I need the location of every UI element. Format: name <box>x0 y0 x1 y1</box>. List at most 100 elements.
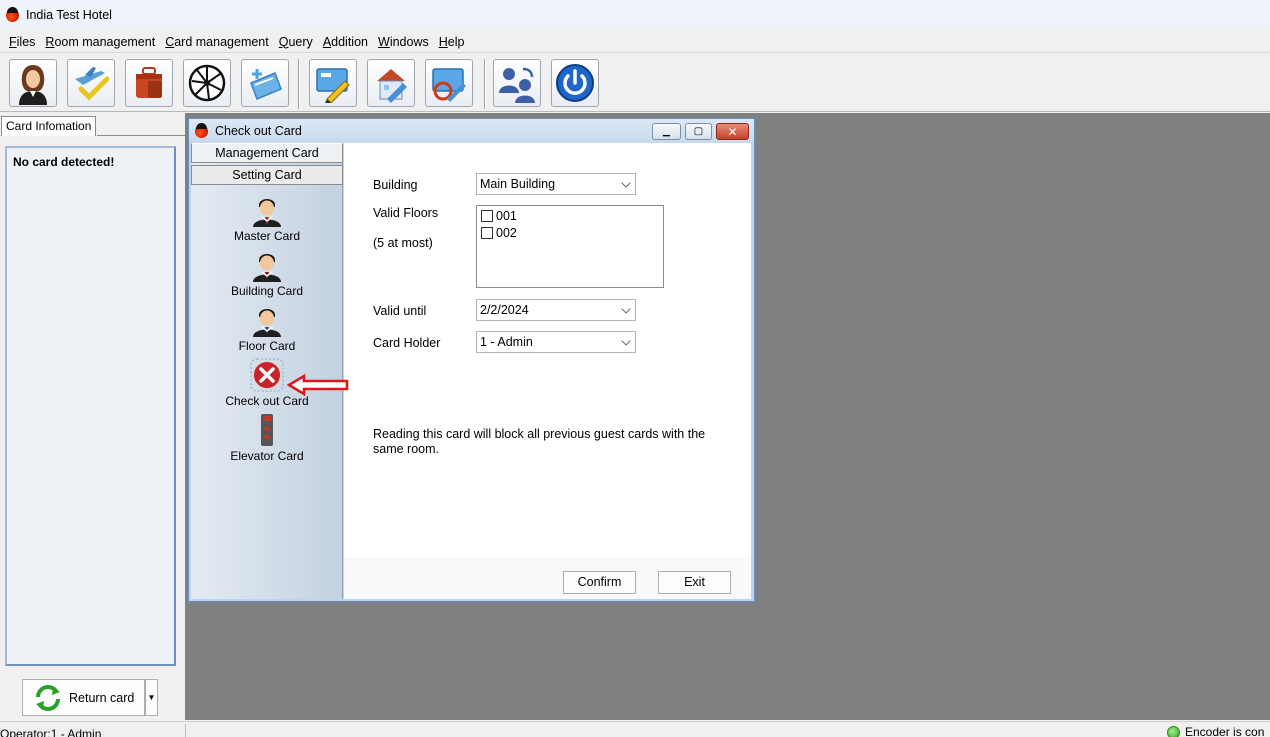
building-card-label: Building Card <box>230 284 304 298</box>
floor-card-icon <box>253 309 281 337</box>
refresh-icon <box>36 684 60 711</box>
app-title: India Test Hotel <box>26 8 112 22</box>
floor-option-label: 001 <box>496 209 517 223</box>
checkout-note: Reading this card will block all previou… <box>373 427 706 456</box>
valid-floors-hint: (5 at most) <box>373 236 433 250</box>
status-ok-icon <box>1167 725 1180 737</box>
return-card-button[interactable]: Return card <box>22 679 145 716</box>
minimize-button[interactable]: ▁ <box>652 123 681 140</box>
menu-addition[interactable]: Addition <box>318 35 373 49</box>
toolbar-checkin-button[interactable] <box>9 59 57 107</box>
close-button[interactable]: ✕ <box>716 123 749 140</box>
form-panel: Building Main Building Valid Floors (5 a… <box>344 143 751 557</box>
toolbar-separator <box>484 59 486 109</box>
menu-bar: Files Room management Card management Qu… <box>0 31 1270 53</box>
toolbar-switch-user-button[interactable] <box>493 59 541 107</box>
building-value: Main Building <box>480 177 556 191</box>
status-divider <box>185 724 186 737</box>
return-card-dropdown[interactable]: ▼ <box>145 679 158 716</box>
menu-files[interactable]: Files <box>4 35 40 49</box>
close-icon: ✕ <box>727 124 738 139</box>
dialog-form-area: Building Main Building Valid Floors (5 a… <box>344 143 751 599</box>
sidebar-item-elevator-card[interactable]: Elevator Card <box>191 413 343 463</box>
building-card-icon <box>253 254 281 282</box>
toolbar <box>0 55 1270 112</box>
dialog-title: Check out Card <box>215 124 302 138</box>
encoder-status-text: Encoder is con <box>1185 725 1265 737</box>
exit-button[interactable]: Exit <box>658 571 731 594</box>
floor-card-label: Floor Card <box>238 339 296 353</box>
dialog-logo-icon <box>195 122 208 138</box>
restore-button[interactable]: ▢ <box>685 123 712 140</box>
app-logo-icon <box>6 6 19 22</box>
card-holder-label: Card Holder <box>373 336 441 350</box>
elevator-card-label: Elevator Card <box>230 449 304 463</box>
return-card-label: Return card <box>69 690 135 705</box>
menu-card-management[interactable]: Card management <box>160 35 274 49</box>
valid-floors-list: 001 002 <box>476 205 664 288</box>
sidebar-item-building-card[interactable]: Building Card <box>191 248 343 298</box>
valid-until-date-picker[interactable]: 2/2/2024 <box>476 299 636 321</box>
toolbar-shutter-button[interactable] <box>183 59 231 107</box>
building-label: Building <box>373 178 418 192</box>
operator-status: Operator:1 - Admin <box>0 727 102 737</box>
card-holder-select[interactable]: 1 - Admin <box>476 331 636 353</box>
tab-management-card[interactable]: Management Card <box>191 143 343 163</box>
app-title-bar: India Test Hotel <box>0 0 1270 30</box>
chevron-down-icon <box>621 304 631 314</box>
card-holder-value: 1 - Admin <box>480 335 533 349</box>
encoder-status: Encoder is con <box>1167 725 1264 737</box>
valid-until-value: 2/2/2024 <box>480 303 529 317</box>
building-select[interactable]: Main Building <box>476 173 636 195</box>
chevron-down-icon <box>621 336 631 346</box>
check-out-card-dialog: Check out Card ▁ ▢ ✕ Management Card Set… <box>188 118 755 602</box>
annotation-arrow-icon <box>287 373 349 397</box>
chevron-down-icon <box>621 178 631 188</box>
toolbar-card-reader-button[interactable] <box>241 59 289 107</box>
tab-divider <box>97 135 185 136</box>
floor-checkbox[interactable] <box>481 227 493 239</box>
menu-room-management[interactable]: Room management <box>40 35 160 49</box>
card-type-sidebar: Management Card Setting Card Master Card <box>191 143 343 599</box>
toolbar-power-button[interactable] <box>551 59 599 107</box>
edit-room-icon <box>377 69 407 103</box>
status-bar: Operator:1 - Admin Encoder is con <box>0 721 1270 737</box>
toolbar-write-card-button[interactable] <box>309 59 357 107</box>
write-card-icon <box>316 68 350 103</box>
card-info-panel: Card Infomation No card detected! Return… <box>0 113 185 720</box>
dialog-title-bar: Check out Card ▁ ▢ ✕ <box>189 119 754 143</box>
switch-user-icon <box>499 67 535 103</box>
floor-option[interactable]: 002 <box>481 226 517 240</box>
toolbar-card-refresh-button[interactable] <box>425 59 473 107</box>
card-refresh-icon <box>432 68 466 102</box>
master-card-icon <box>253 199 281 227</box>
floor-option[interactable]: 001 <box>481 209 517 223</box>
menu-help[interactable]: Help <box>434 35 470 49</box>
floor-option-label: 002 <box>496 226 517 240</box>
toolbar-flight-button[interactable] <box>67 59 115 107</box>
power-icon <box>556 64 594 102</box>
sidebar-item-master-card[interactable]: Master Card <box>191 193 343 243</box>
valid-until-label: Valid until <box>373 304 427 318</box>
toolbar-separator <box>298 59 300 109</box>
toolbar-luggage-button[interactable] <box>125 59 173 107</box>
restore-icon: ▢ <box>693 126 704 137</box>
toolbar-edit-room-button[interactable] <box>367 59 415 107</box>
floor-checkbox[interactable] <box>481 210 493 222</box>
card-reader-icon <box>250 69 282 100</box>
flight-check-icon <box>75 67 110 101</box>
sidebar-item-floor-card[interactable]: Floor Card <box>191 303 343 353</box>
minimize-icon: ▁ <box>663 126 670 136</box>
tab-setting-card[interactable]: Setting Card <box>191 165 343 185</box>
master-card-label: Master Card <box>233 229 301 243</box>
card-status-message: No card detected! <box>13 155 115 169</box>
valid-floors-label: Valid Floors <box>373 206 439 220</box>
tab-card-information[interactable]: Card Infomation <box>1 116 97 136</box>
check-out-card-icon <box>250 358 284 392</box>
confirm-button[interactable]: Confirm <box>563 571 636 594</box>
shutter-icon <box>188 64 226 102</box>
menu-query[interactable]: Query <box>274 35 318 49</box>
menu-windows[interactable]: Windows <box>373 35 434 49</box>
card-info-box: No card detected! <box>5 146 176 666</box>
user-female-icon <box>19 65 47 105</box>
